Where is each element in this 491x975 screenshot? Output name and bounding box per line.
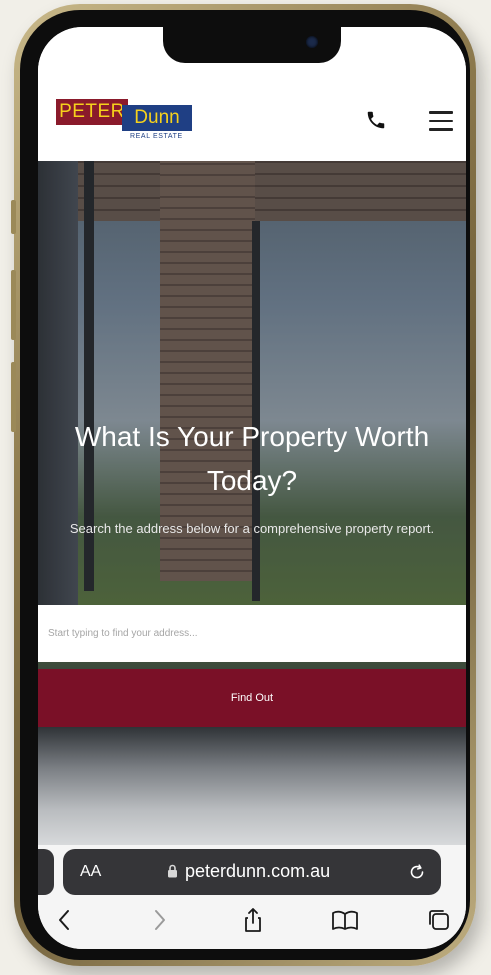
phone-screen: PETER Dunn REAL ESTATE What Is Your Prop… <box>38 27 466 949</box>
logo-peter-text: PETER <box>56 99 128 125</box>
logo-subtitle: REAL ESTATE <box>130 133 183 140</box>
previous-tab-preview[interactable] <box>38 849 54 895</box>
front-camera <box>306 36 318 48</box>
hamburger-menu-icon[interactable] <box>429 111 453 131</box>
silent-switch <box>11 200 16 234</box>
notch <box>163 27 341 63</box>
volume-up-button <box>11 270 16 340</box>
address-search-input[interactable] <box>38 605 466 662</box>
volume-down-button <box>11 362 16 432</box>
bookmarks-icon[interactable] <box>330 905 360 935</box>
hero-title: What Is Your Property Worth Today? <box>74 421 430 496</box>
url-text: peterdunn.com.au <box>185 861 331 881</box>
browser-bottom-bar: AA peterdunn.com.au <box>38 845 466 949</box>
text-size-button[interactable]: AA <box>80 863 101 881</box>
peter-dunn-logo[interactable]: PETER Dunn REAL ESTATE <box>56 99 196 145</box>
sofa-foreground <box>38 727 466 845</box>
hero-subtitle: Search the address below for a comprehen… <box>69 521 435 536</box>
reload-icon[interactable] <box>407 862 427 882</box>
hero-section: What Is Your Property Worth Today? Searc… <box>38 161 466 845</box>
forward-icon[interactable] <box>144 905 174 935</box>
phone-icon[interactable] <box>365 109 387 131</box>
back-icon[interactable] <box>50 905 80 935</box>
share-icon[interactable] <box>238 905 268 935</box>
find-out-button[interactable]: Find Out <box>38 669 466 727</box>
address-bar[interactable]: AA peterdunn.com.au <box>63 849 441 895</box>
lock-icon <box>168 864 177 878</box>
logo-dunn-text: Dunn <box>122 105 192 131</box>
tabs-icon[interactable] <box>424 905 454 935</box>
